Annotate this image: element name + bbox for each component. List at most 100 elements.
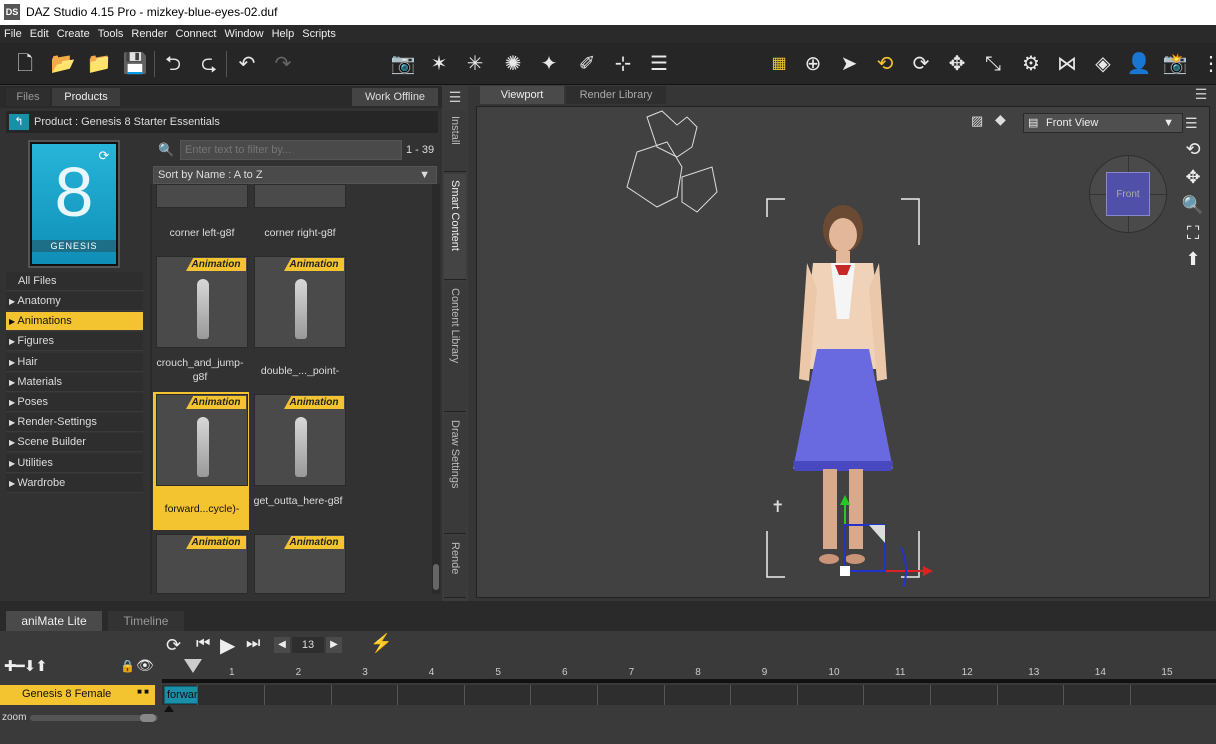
menu-create[interactable]: Create <box>53 25 94 40</box>
track-cell[interactable] <box>530 685 597 705</box>
bake-icon[interactable]: ⚡ <box>370 633 392 654</box>
frame-icon[interactable]: ⛶ <box>1181 223 1205 244</box>
scale-icon[interactable]: ⤡ <box>978 49 1008 79</box>
track-cell[interactable] <box>663 685 730 705</box>
category-animations[interactable]: ▶ Animations <box>6 312 143 332</box>
distant-light-icon[interactable]: ✺ <box>498 49 528 79</box>
tab-viewport[interactable]: Viewport <box>480 86 564 104</box>
pan-icon[interactable]: ✥ <box>1181 167 1205 188</box>
track-cell[interactable] <box>796 685 863 705</box>
asset-tile[interactable]: Animation <box>254 256 346 348</box>
track-cell[interactable] <box>397 685 464 705</box>
joint-editor-icon[interactable]: ⚙ <box>1016 49 1046 79</box>
viewport-render-icon[interactable]: ▨ <box>971 113 989 131</box>
asset-tile[interactable] <box>156 184 248 208</box>
all-files-item[interactable]: All Files <box>6 272 143 291</box>
category-utilities[interactable]: ▶ Utilities <box>6 453 143 473</box>
frame-input[interactable]: 13 <box>292 637 324 653</box>
point-light-icon[interactable]: ✳ <box>460 49 490 79</box>
3d-viewport[interactable]: ▨ ◆ ▤ Front View ▼ ☰ Front ⟲ ✥ 🔍 ⛶ ⬆ ✝ <box>476 106 1210 598</box>
menu-connect[interactable]: Connect <box>172 25 221 40</box>
linear-light-icon[interactable]: ✦ <box>534 49 564 79</box>
category-poses[interactable]: ▶ Poses <box>6 393 143 412</box>
nav-cube-face[interactable]: Front <box>1106 172 1150 216</box>
asset-tile-selected[interactable]: Animation <box>156 394 248 486</box>
view-select[interactable]: ▤ Front View ▼ <box>1023 113 1183 133</box>
category-materials[interactable]: ▶ Materials <box>6 372 143 392</box>
node-selection-icon[interactable]: ➤ <box>834 49 864 79</box>
filter-input[interactable] <box>180 140 402 160</box>
playhead-marker[interactable] <box>184 659 202 673</box>
track-cell[interactable] <box>330 685 397 705</box>
transform-gizmo[interactable] <box>837 487 937 587</box>
track-cell[interactable] <box>863 685 930 705</box>
menu-window[interactable]: Window <box>220 25 267 40</box>
side-tab-render[interactable]: Rende <box>444 536 466 598</box>
tab-products[interactable]: Products <box>52 88 120 106</box>
category-render-settings[interactable]: ▶ Render-Settings <box>6 413 143 433</box>
rotate-tool-icon[interactable]: ⟲ <box>870 49 900 79</box>
track-cell[interactable] <box>996 685 1063 705</box>
track-cell[interactable] <box>463 685 530 705</box>
export-icon[interactable]: ⮎ <box>194 49 224 79</box>
spotlight-icon[interactable]: ✶ <box>424 49 454 79</box>
zoom-icon[interactable]: 🔍 <box>1181 195 1205 216</box>
more-tools-icon[interactable]: ⋮ <box>1196 49 1216 79</box>
track-cell[interactable] <box>930 685 996 705</box>
track-cell[interactable] <box>1129 685 1196 705</box>
go-to-start-icon[interactable]: ⏮ <box>196 635 210 653</box>
product-thumbnail[interactable]: 8 GENESIS ⟳ <box>28 140 120 268</box>
group-icon[interactable]: ☰ <box>644 49 674 79</box>
reset-view-icon[interactable]: ⬆ <box>1181 249 1205 270</box>
side-tab-draw-settings[interactable]: Draw Settings <box>444 414 466 534</box>
side-tab-smart-content[interactable]: Smart Content <box>444 174 466 280</box>
viewport-menu-icon[interactable]: ☰ <box>1185 115 1205 135</box>
track-cell[interactable] <box>264 685 330 705</box>
asset-tile[interactable]: Animation <box>254 534 346 594</box>
menu-help[interactable]: Help <box>268 25 299 40</box>
track-label[interactable]: Genesis 8 Female ■ ■ <box>0 685 155 705</box>
import-icon[interactable]: ⮌ <box>158 49 188 79</box>
nav-cube[interactable]: Front <box>1089 155 1168 234</box>
category-hair[interactable]: ▶ Hair <box>6 352 143 372</box>
primitive-icon[interactable]: ✐ <box>572 49 602 79</box>
asset-tile[interactable]: Animation <box>156 534 248 594</box>
loop-icon[interactable]: ⟳ <box>166 635 181 656</box>
menu-tools[interactable]: Tools <box>94 25 128 40</box>
orbit-icon[interactable]: ⟲ <box>1181 139 1205 160</box>
track-cell[interactable] <box>197 685 264 705</box>
asset-tile[interactable]: Animation <box>156 256 248 348</box>
menu-scripts[interactable]: Scripts <box>298 25 340 40</box>
menu-file[interactable]: File <box>0 25 26 40</box>
menu-render[interactable]: Render <box>127 25 171 40</box>
open-folder-icon[interactable]: 📂 <box>48 49 78 79</box>
tab-render-library[interactable]: Render Library <box>566 86 666 104</box>
geometry-editor-icon[interactable]: ⋈ <box>1052 49 1082 79</box>
work-offline-button[interactable]: Work Offline <box>352 88 438 106</box>
pose-tool-icon[interactable]: ✝ <box>771 497 784 517</box>
category-scene-builder[interactable]: ▶ Scene Builder <box>6 433 143 453</box>
category-figures[interactable]: ▶ Figures <box>6 332 143 352</box>
side-tab-install[interactable]: Install <box>444 110 466 172</box>
side-tab-content-library[interactable]: Content Library <box>444 282 466 412</box>
save-icon[interactable]: 💾 <box>120 49 150 79</box>
sort-select[interactable]: Sort by Name : A to Z ▼ <box>153 166 437 184</box>
grid-select-icon[interactable]: ▦ <box>764 49 794 79</box>
eye-icon[interactable]: 👁 <box>136 657 154 674</box>
go-to-end-icon[interactable]: ⏭ <box>246 635 260 653</box>
panel-menu-icon[interactable]: ☰ <box>1190 86 1212 106</box>
new-file-icon[interactable]: 🗋 <box>10 49 40 79</box>
zoom-slider[interactable] <box>30 714 158 722</box>
play-icon[interactable]: ▶ <box>220 633 235 658</box>
lock-icon[interactable]: 🔒 <box>120 659 135 673</box>
tab-files[interactable]: Files <box>6 88 50 106</box>
redo-icon[interactable]: ↷ <box>268 49 298 79</box>
tab-timeline[interactable]: Timeline <box>108 611 184 631</box>
asset-tile[interactable]: Animation <box>254 394 346 486</box>
open-recent-icon[interactable]: 📁 <box>84 49 114 79</box>
universal-tool-icon[interactable]: ⊕ <box>798 49 828 79</box>
active-pose-icon[interactable]: 👤 <box>1124 49 1154 79</box>
translate-icon[interactable]: ✥ <box>942 49 972 79</box>
undo-icon[interactable]: ↶ <box>232 49 262 79</box>
create-camera-icon[interactable]: 📷 <box>388 49 418 79</box>
